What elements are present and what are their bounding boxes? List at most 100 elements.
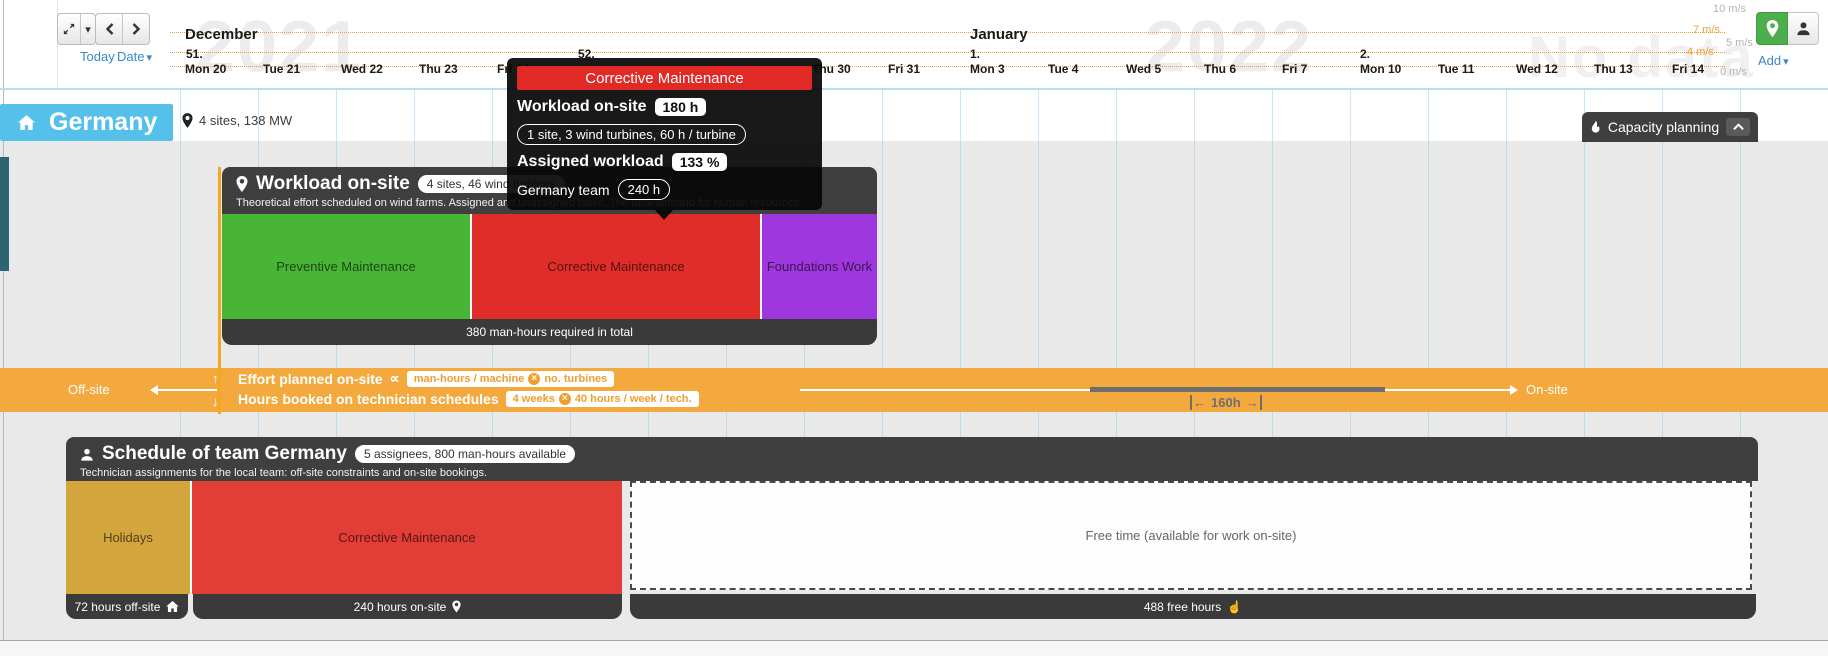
day-label: Wed 22 [341, 62, 383, 76]
tooltip-detail-pill: 1 site, 3 wind turbines, 60 h / turbine [517, 124, 746, 145]
day-label: Mon 20 [185, 62, 226, 76]
proportional-icon: ∝ [390, 370, 400, 387]
wind-speed-line-4ms [170, 52, 1725, 53]
region-name: Germany [49, 108, 157, 137]
day-label: Thu 13 [1594, 62, 1633, 76]
hours-booked-row: Hours booked on technician schedules 4 w… [238, 391, 699, 407]
tooltip-title: Corrective Maintenance [517, 66, 812, 90]
day-label: Wed 12 [1516, 62, 1558, 76]
hours-formula-badge: 4 weeks 40 hours / week / tech. [506, 391, 699, 407]
schedule-panel-title: Schedule of team Germany [102, 443, 347, 465]
wind-scale-4ms: 4 m/s [1687, 46, 1714, 58]
tooltip-team-value: 240 h [618, 179, 671, 200]
multiply-icon [559, 393, 571, 405]
location-pin-icon [236, 176, 248, 192]
on-site-label: On-site [1526, 382, 1568, 397]
today-link[interactable]: Today [80, 49, 115, 64]
add-button-group [1756, 12, 1819, 45]
scroll-button-group [95, 13, 150, 45]
wind-scale-7ms: 7 m/s [1693, 24, 1720, 36]
left-border-line [3, 0, 4, 640]
week-label-2: 2. [1360, 47, 1370, 61]
day-label: Mon 10 [1360, 62, 1401, 76]
home-icon [166, 601, 179, 612]
schedule-panel-badge: 5 assignees, 800 man-hours available [355, 445, 575, 463]
on-site-footer: 240 hours on-site [193, 594, 622, 619]
scroll-right-button[interactable] [122, 14, 149, 44]
wind-scale-0ms: 0 m/s [1720, 66, 1747, 78]
caret-down-icon [146, 49, 152, 64]
wind-scale-10ms: 10 m/s [1713, 3, 1746, 15]
location-pin-icon [182, 113, 193, 128]
workload-block-foundations[interactable]: Foundations Work [760, 214, 877, 319]
tooltip-assigned-value: 133 % [672, 153, 728, 171]
date-link[interactable]: Date [117, 49, 152, 64]
workload-block-corrective[interactable]: Corrective Maintenance [470, 214, 760, 319]
schedule-block-free-time[interactable]: Free time (available for work on-site) [630, 481, 1752, 590]
person-icon [80, 447, 94, 462]
month-label-december: December [185, 26, 258, 43]
wind-scale-5ms: 5 m/s [1726, 37, 1753, 49]
current-date-marker [218, 167, 221, 414]
row-color-strip [0, 157, 9, 271]
day-label: Tue 4 [1048, 62, 1078, 76]
week-label-1: 1. [970, 47, 980, 61]
measure-start-icon [1190, 395, 1206, 410]
region-summary: 4 sites, 138 MW [182, 113, 292, 128]
expand-icon [63, 23, 75, 35]
collapse-button[interactable] [1726, 118, 1750, 136]
caret-down-icon [1783, 53, 1789, 68]
watermark-no-data: No data [1528, 24, 1755, 91]
capacity-planning-app: 2021 2022 No data Today Date De [0, 0, 1828, 656]
flow-line-left [153, 389, 217, 391]
home-icon [18, 115, 35, 130]
week-label-51: 51. [186, 47, 203, 61]
tooltip-arrow [655, 210, 673, 229]
day-label: Fri 31 [888, 62, 920, 76]
workload-panel-footer: 380 man-hours required in total [222, 319, 877, 345]
zoom-dropdown-button[interactable] [80, 14, 95, 44]
schedule-panel-subtitle: Technician assignments for the local tea… [80, 467, 1758, 479]
add-person-button[interactable] [1788, 12, 1819, 45]
schedule-block-corrective[interactable]: Corrective Maintenance [190, 481, 622, 594]
day-label: Tue 21 [263, 62, 300, 76]
tooltip-workload-label: Workload on-site [517, 98, 647, 116]
tooltip-assigned-label: Assigned workload [517, 153, 664, 171]
workload-block-preventive[interactable]: Preventive Maintenance [222, 214, 470, 319]
wind-speed-line-low [170, 66, 1725, 67]
booked-range-segment [1090, 387, 1385, 392]
hand-pointer-icon: ☝ [1227, 600, 1242, 614]
measure-end-icon [1246, 395, 1262, 410]
task-tooltip: Corrective Maintenance Workload on-site … [507, 58, 822, 210]
holidays-footer: 72 hours off-site [66, 594, 188, 619]
free-hours-footer: 488 free hours ☝ [630, 594, 1756, 619]
day-label: Fri 14 [1672, 62, 1704, 76]
chevron-right-icon [132, 23, 141, 35]
region-header-germany[interactable]: Germany [0, 104, 173, 141]
zoom-button-group [57, 13, 96, 45]
chevron-up-icon [1733, 123, 1744, 131]
multiply-icon [528, 373, 540, 385]
schedule-panel-header: Schedule of team Germany 5 assignees, 80… [66, 437, 1758, 481]
caret-down-icon [85, 20, 91, 38]
add-link[interactable]: Add [1758, 53, 1789, 68]
off-site-label: Off-site [68, 382, 110, 397]
bottom-strip [0, 640, 1828, 656]
location-pin-icon [452, 600, 461, 613]
day-label: Thu 6 [1204, 62, 1236, 76]
location-pin-icon [1766, 20, 1779, 37]
wind-speed-line-7ms [170, 32, 1725, 33]
flame-icon [1590, 120, 1601, 134]
day-label: Mon 3 [970, 62, 1005, 76]
measure-160h: 160h [1190, 395, 1262, 410]
add-site-button[interactable] [1756, 12, 1788, 45]
flow-band: Off-site On-site ↑ ↓ Effort planned on-s… [0, 368, 1828, 412]
day-label: Fri 7 [1282, 62, 1307, 76]
day-label: Tue 11 [1438, 62, 1474, 76]
tooltip-team-label: Germany team [517, 182, 610, 198]
schedule-block-holidays[interactable]: Holidays [66, 481, 190, 594]
scroll-left-button[interactable] [96, 14, 122, 44]
workload-panel-title: Workload on-site [256, 173, 410, 195]
capacity-planning-button[interactable]: Capacity planning [1582, 112, 1758, 142]
expand-button[interactable] [58, 14, 80, 44]
